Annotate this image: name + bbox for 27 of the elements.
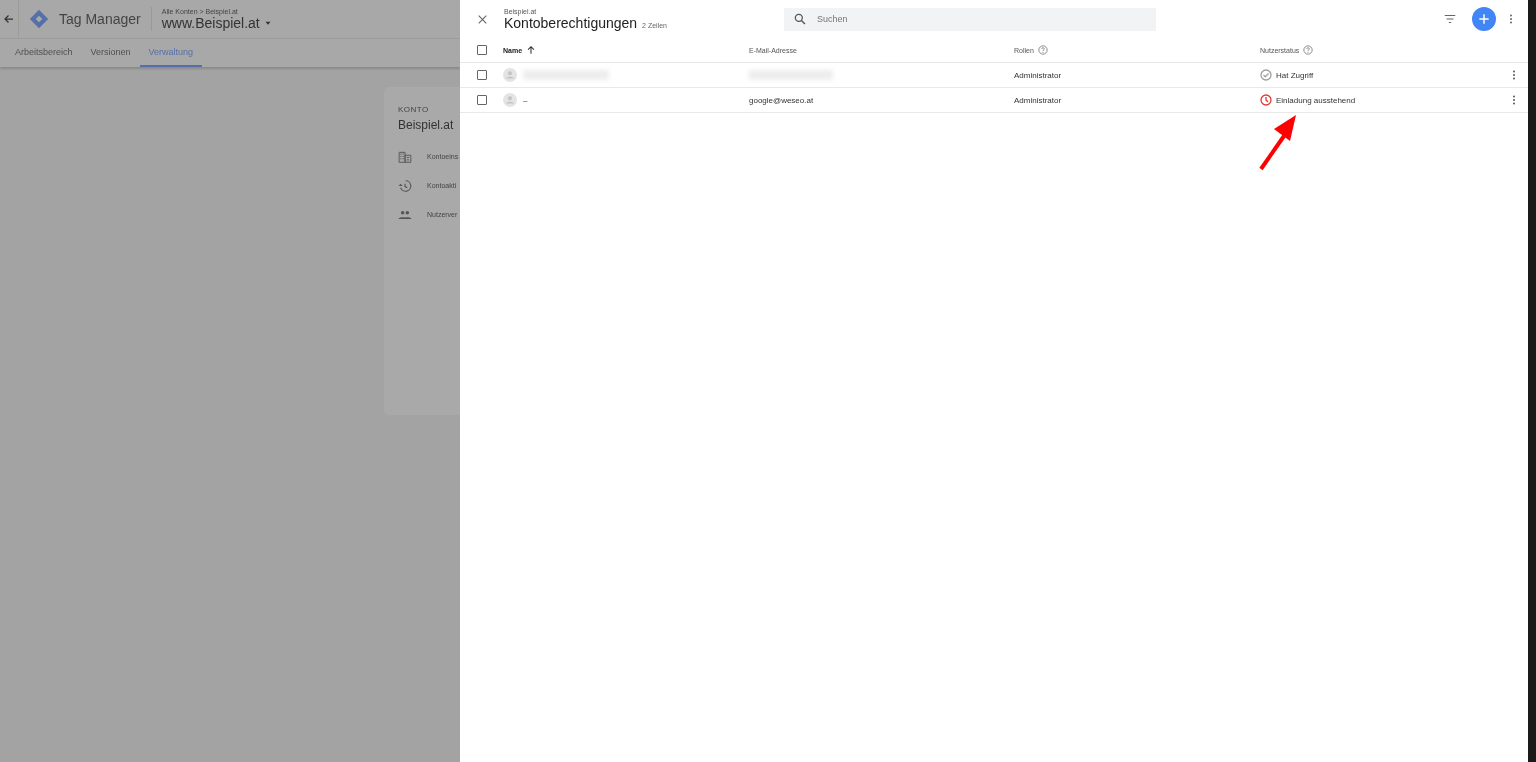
table-cell: google@weseo.at bbox=[749, 95, 814, 105]
status-text: Einladung ausstehend bbox=[1276, 95, 1356, 105]
avatar-icon bbox=[503, 93, 517, 107]
logo-icon bbox=[29, 9, 49, 29]
checkbox[interactable] bbox=[476, 45, 487, 55]
tab[interactable]: Arbeitsbereich bbox=[6, 39, 82, 67]
table-cell: Administrator bbox=[1014, 70, 1062, 80]
panel-title: Kontoberechtigungen bbox=[504, 14, 638, 31]
account-name: Beispiel.at bbox=[398, 118, 455, 132]
building-icon bbox=[398, 149, 412, 164]
filter-icon[interactable] bbox=[1443, 12, 1457, 26]
app-title: Tag Manager bbox=[59, 7, 152, 31]
search-field[interactable]: Suchen bbox=[784, 7, 1156, 31]
avatar-icon bbox=[503, 68, 517, 82]
checkbox[interactable] bbox=[476, 70, 487, 80]
table-cell: – bbox=[523, 95, 528, 105]
section-label: KONTO bbox=[398, 105, 430, 114]
tab[interactable]: Versionen bbox=[81, 39, 140, 67]
checkbox[interactable] bbox=[476, 95, 487, 105]
status-text: Hat Zugriff bbox=[1276, 70, 1314, 80]
table-cell: Administrator bbox=[1014, 95, 1062, 105]
plus-icon bbox=[1477, 12, 1491, 26]
search-icon bbox=[793, 11, 807, 26]
container-selector[interactable]: www.Beispiel.at bbox=[161, 14, 273, 31]
history-icon bbox=[398, 178, 412, 193]
add-button[interactable] bbox=[1472, 7, 1496, 31]
sort-arrow-icon[interactable] bbox=[526, 45, 537, 55]
